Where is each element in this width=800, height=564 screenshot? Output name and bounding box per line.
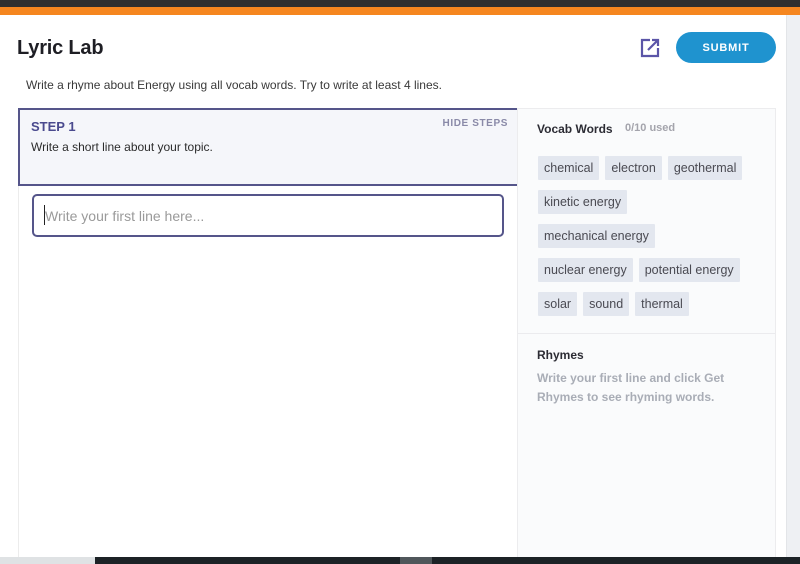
rhymes-hint: Write your first line and click Get Rhym… bbox=[537, 371, 725, 404]
submit-button[interactable]: SUBMIT bbox=[676, 32, 776, 63]
step-card: STEP 1 HIDE STEPS Write a short line abo… bbox=[18, 108, 520, 186]
vocab-chip[interactable]: sound bbox=[583, 292, 630, 316]
right-scroll-gutter[interactable] bbox=[786, 15, 800, 560]
page-title: Lyric Lab bbox=[17, 37, 104, 59]
step-description: Write a short line about your topic. bbox=[31, 140, 213, 154]
vocab-used-count: 0/10 used bbox=[625, 122, 676, 134]
taskbar-start-area[interactable] bbox=[0, 557, 95, 564]
first-line-input[interactable] bbox=[32, 194, 504, 237]
vocab-chip[interactable]: chemical bbox=[538, 156, 600, 180]
panel-divider bbox=[518, 333, 775, 334]
vocab-chip[interactable]: thermal bbox=[635, 292, 689, 316]
vocab-chip[interactable]: solar bbox=[538, 292, 578, 316]
editor-panel-border bbox=[18, 186, 19, 560]
external-link-icon[interactable] bbox=[639, 37, 661, 59]
vocab-chip[interactable]: potential energy bbox=[638, 258, 740, 282]
side-panel: Vocab Words 0/10 used chemical electron … bbox=[517, 108, 776, 560]
vocab-chip[interactable]: mechanical energy bbox=[538, 224, 655, 248]
text-caret bbox=[44, 205, 45, 225]
hide-steps-button[interactable]: HIDE STEPS bbox=[443, 118, 508, 129]
taskbar-item[interactable] bbox=[400, 557, 432, 564]
vocab-chip[interactable]: electron bbox=[605, 156, 662, 180]
browser-top-bar bbox=[0, 0, 800, 7]
vocab-word-list: chemical electron geothermal kinetic ene… bbox=[538, 156, 768, 316]
vocab-chip[interactable]: nuclear energy bbox=[538, 258, 633, 282]
vocab-chip[interactable]: kinetic energy bbox=[538, 190, 628, 214]
rhymes-heading: Rhymes bbox=[537, 348, 584, 362]
vocab-chip[interactable]: geothermal bbox=[667, 156, 743, 180]
orange-accent-strip bbox=[0, 7, 800, 15]
vocab-heading: Vocab Words bbox=[537, 122, 613, 136]
instructions-text: Write a rhyme about Energy using all voc… bbox=[26, 78, 442, 92]
step-label: STEP 1 bbox=[31, 119, 76, 134]
